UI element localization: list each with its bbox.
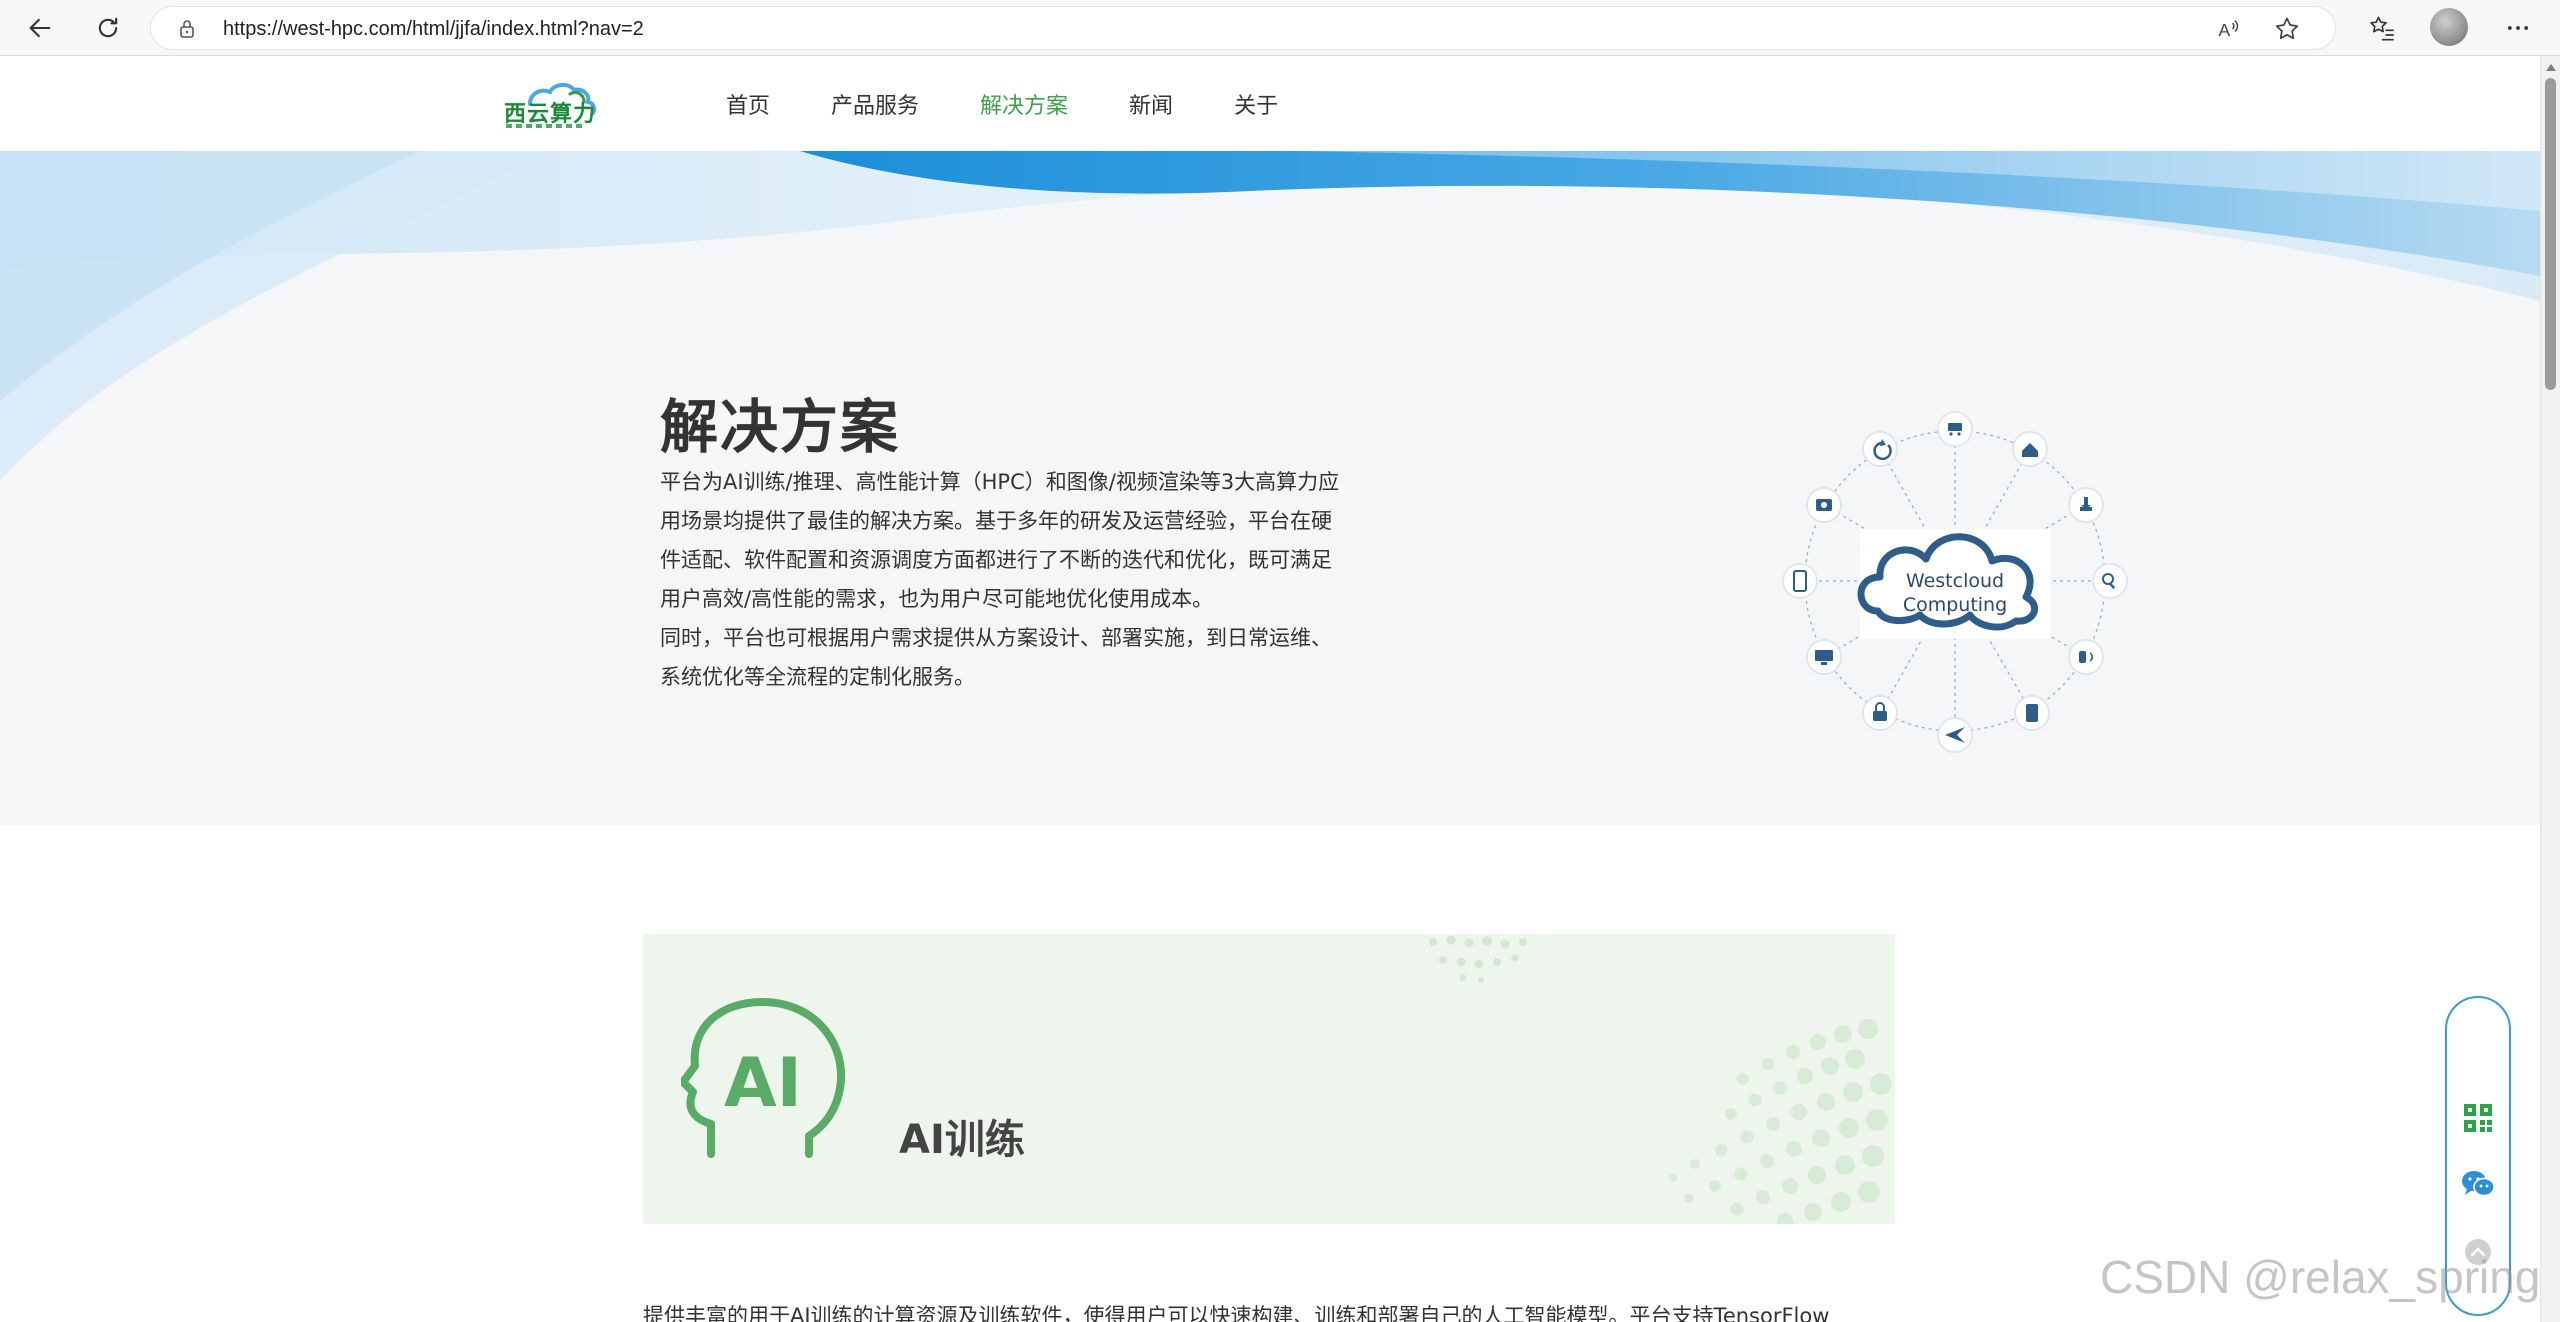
favorites-list-icon[interactable] — [2362, 8, 2402, 48]
lock-icon — [180, 20, 194, 38]
ai-training-card[interactable]: AI AI训练 — [643, 934, 1895, 1224]
nav-item-news[interactable]: 新闻 — [1129, 88, 1173, 120]
main-nav: 首页 产品服务 解决方案 新闻 关于 — [726, 88, 1339, 120]
page-scrollbar[interactable] — [2540, 56, 2560, 1322]
hero-paragraph-2: 同时，平台也可根据用户需求提供从方案设计、部署实施，到日常运维、系统优化等全流程… — [660, 626, 1332, 689]
scroll-thumb[interactable] — [2545, 78, 2556, 390]
address-bar[interactable]: https://west-hpc.com/html/jjfa/index.htm… — [150, 6, 2336, 50]
reload-icon[interactable] — [88, 8, 128, 48]
more-menu-icon[interactable] — [2498, 8, 2538, 48]
profile-avatar[interactable] — [2430, 8, 2468, 46]
site-logo[interactable]: 西云算力 — [500, 74, 620, 138]
ai-training-description: 提供丰富的用于AI训练的计算资源及训练软件，使得用户可以快速构建、训练和部署自己… — [643, 1304, 1830, 1322]
page-viewport: 西云算力 首页 产品服务 解决方案 新闻 关于 解决方案 平台为AI训练/推理、… — [0, 56, 2540, 1322]
diagram-label-line2: Computing — [1903, 594, 2007, 616]
ai-training-title: AI训练 — [899, 1117, 1025, 1164]
read-aloud-icon[interactable]: A — [2215, 15, 2243, 43]
logo-tagline-mark — [506, 124, 586, 128]
phone-node-icon — [1782, 563, 1818, 599]
nav-item-products[interactable]: 产品服务 — [831, 88, 919, 120]
diagram-label-line1: Westcloud — [1906, 570, 2004, 592]
refresh-node-icon — [1862, 431, 1898, 467]
nav-item-about[interactable]: 关于 — [1234, 88, 1278, 120]
nav-item-home[interactable]: 首页 — [726, 88, 770, 120]
cloud-computing-diagram: Westcloud Computing — [1782, 411, 2128, 753]
search-node-icon — [2092, 563, 2128, 599]
browser-toolbar: https://west-hpc.com/html/jjfa/index.htm… — [0, 0, 2560, 56]
hero-title: 解决方案 — [660, 392, 901, 461]
ai-icon-text: AI — [724, 1044, 802, 1123]
wechat-icon[interactable] — [2460, 1166, 2496, 1202]
address-url: https://west-hpc.com/html/jjfa/index.htm… — [223, 18, 644, 40]
favorite-star-icon[interactable] — [2273, 15, 2301, 43]
svg-text:A: A — [2219, 20, 2231, 40]
site-header: 西云算力 首页 产品服务 解决方案 新闻 关于 — [0, 56, 2540, 151]
ai-head-icon: AI — [681, 998, 846, 1158]
hero-paragraph-1: 平台为AI训练/推理、高性能计算（HPC）和图像/视频渲染等3大高算力应用场景均… — [660, 470, 1340, 611]
hero-description: 平台为AI训练/推理、高性能计算（HPC）和图像/视频渲染等3大高算力应用场景均… — [660, 463, 1346, 697]
csdn-watermark: CSDN @relax_spring — [2100, 1251, 2541, 1303]
scroll-up-arrow-icon[interactable] — [2546, 64, 2556, 71]
nav-item-solutions[interactable]: 解决方案 — [980, 88, 1068, 120]
hero-banner: 解决方案 平台为AI训练/推理、高性能计算（HPC）和图像/视频渲染等3大高算力… — [0, 151, 2540, 825]
qrcode-icon[interactable] — [2460, 1100, 2496, 1136]
back-arrow-icon[interactable] — [20, 8, 60, 48]
